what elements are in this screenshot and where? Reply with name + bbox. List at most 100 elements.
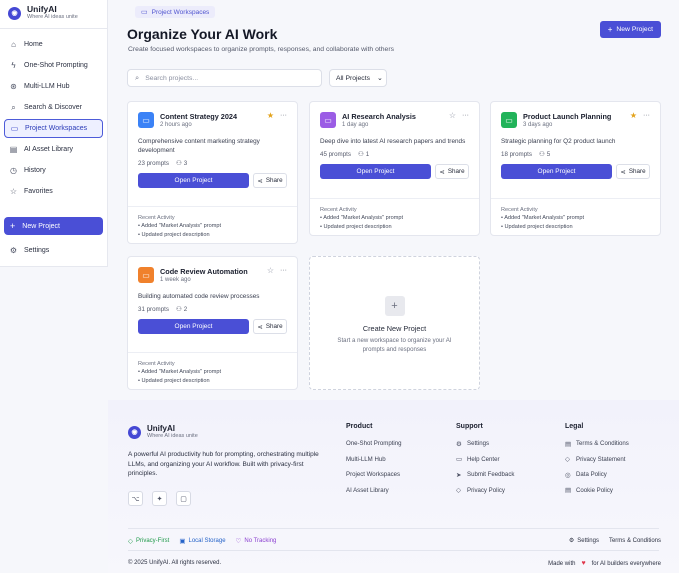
footer-brand-tagline: Where AI ideas unite (147, 433, 198, 439)
footer-terms-link[interactable]: Terms & Conditions (609, 537, 661, 544)
brand[interactable]: ◉ UnifyAI Where AI ideas unite (0, 2, 107, 24)
sidebar-item-label: Project Workspaces (25, 125, 88, 132)
share-button[interactable]: ⋖ Share (253, 319, 287, 334)
footer-link[interactable]: ◎ Data Policy (565, 467, 629, 483)
page-subtitle: Create focused workspaces to organize pr… (128, 46, 394, 53)
badge-label: No Tracking (244, 538, 277, 544)
share-icon: ⋖ (439, 168, 445, 176)
gear-icon: ⚙ (456, 440, 462, 448)
footer-link[interactable]: Project Workspaces (346, 467, 402, 483)
sidebar-item-settings[interactable]: ⚙ Settings (4, 241, 103, 260)
star-icon[interactable]: ★ (267, 111, 274, 120)
create-title: Create New Project (362, 324, 427, 333)
share-icon: ⋖ (257, 177, 263, 185)
project-filter-select[interactable]: All Projects ⌄ (329, 69, 387, 87)
footer-link[interactable]: ◇ Privacy Statement (565, 452, 629, 468)
footer-link[interactable]: ▤ Cookie Policy (565, 483, 629, 499)
sidebar-item-multi-llm-hub[interactable]: ⊛ Multi-LLM Hub (4, 77, 103, 96)
sidebar-item-label: Favorites (24, 188, 53, 195)
users-icon: ⚇ (538, 151, 545, 158)
footer-settings-link[interactable]: ⚙ Settings (568, 537, 599, 545)
open-project-button[interactable]: Open Project (320, 164, 431, 179)
privacy-first-badge: ◇ Privacy-First (128, 537, 169, 545)
search-placeholder: Search projects... (145, 74, 199, 82)
footer-link[interactable]: Multi-LLM Hub (346, 452, 402, 468)
sidebar-item-home[interactable]: ⌂ Home (4, 35, 103, 54)
search-input[interactable]: ⌕ Search projects... (127, 69, 322, 87)
prompt-count: 18 prompts (501, 150, 532, 158)
footer-brand-name: UnifyAI (147, 424, 175, 433)
create-new-project-card[interactable]: + Create New Project Start a new workspa… (309, 256, 480, 390)
link-label: Privacy Statement (576, 455, 626, 463)
social-links: ⌥ ✦ ▢ (128, 491, 200, 506)
project-time: 1 week ago (160, 277, 191, 283)
project-card[interactable]: ▭ Product Launch Planning 3 days ago ★ ··… (490, 101, 661, 236)
chat-icon[interactable]: ▢ (176, 491, 191, 506)
star-icon[interactable]: ★ (630, 111, 637, 120)
open-project-button[interactable]: Open Project (138, 173, 249, 188)
sidebar-item-label: One-Shot Prompting (24, 62, 88, 69)
more-options-icon[interactable]: ··· (643, 112, 650, 119)
breadcrumb[interactable]: ▭ Project Workspaces (135, 6, 216, 18)
footer-link[interactable]: ▤ Terms & Conditions (565, 436, 629, 452)
member-count: 1 (365, 150, 370, 158)
more-options-icon[interactable]: ··· (280, 112, 287, 119)
new-project-button[interactable]: + New Project (599, 21, 661, 38)
project-card[interactable]: ▭ Code Review Automation 1 week ago ☆ ···… (127, 256, 298, 390)
link-label: Privacy Policy (467, 486, 505, 494)
footer-link[interactable]: ▭ Help Center (456, 452, 514, 468)
member-count: 5 (546, 150, 551, 158)
star-icon[interactable]: ☆ (449, 111, 456, 120)
sidebar-item-project-workspaces[interactable]: ▭ Project Workspaces (4, 119, 103, 138)
member-count: 3 (183, 159, 188, 167)
lock-icon: ◎ (565, 471, 571, 479)
share-button[interactable]: ⋖ Share (616, 164, 650, 179)
sidebar-item-one-shot-prompting[interactable]: ϟ One-Shot Prompting (4, 56, 103, 75)
shield-icon: ◇ (565, 456, 570, 464)
sidebar-new-project-button[interactable]: + New Project (4, 217, 103, 235)
heart-icon: ♡ (235, 538, 242, 545)
sidebar-item-label: Settings (24, 247, 50, 254)
footer-link[interactable]: ⚙ Settings (456, 436, 514, 452)
footer-link[interactable]: One-Shot Prompting (346, 436, 402, 452)
star-icon[interactable]: ☆ (267, 266, 274, 275)
link-label: Help Center (467, 455, 500, 463)
sidebar-item-favorites[interactable]: ☆ Favorites (4, 182, 103, 201)
project-name: Product Launch Planning (523, 112, 612, 121)
link-label: Submit Feedback (467, 471, 515, 479)
footer-link[interactable]: ◇ Privacy Policy (456, 483, 514, 499)
project-card[interactable]: ▭ Content Strategy 2024 2 hours ago ★ ···… (127, 101, 298, 244)
link-label: Terms & Conditions (608, 537, 661, 544)
copyright: © 2025 UnifyAI. All rights reserved. (128, 560, 222, 566)
project-card[interactable]: ▭ AI Research Analysis 1 day ago ☆ ··· De… (309, 101, 480, 236)
share-button[interactable]: ⋖ Share (435, 164, 469, 179)
footer-column-title: Support (456, 423, 483, 430)
sidebar-item-search-discover[interactable]: ⌕ Search & Discover (4, 98, 103, 117)
footer-quick-links: ⚙ Settings Terms & Conditions (559, 537, 661, 545)
footer-divider (128, 528, 659, 529)
open-project-button[interactable]: Open Project (501, 164, 612, 179)
twitter-icon[interactable]: ✦ (152, 491, 167, 506)
footer-brand[interactable]: ◉ UnifyAI Where AI ideas unite (128, 424, 198, 440)
sidebar-item-label: Search & Discover (24, 104, 82, 111)
link-label: Settings (577, 537, 599, 544)
app-root: ◉ UnifyAI Where AI ideas unite ⌂ Home ϟ On… (0, 0, 679, 573)
open-project-button[interactable]: Open Project (138, 319, 249, 334)
github-icon[interactable]: ⌥ (128, 491, 143, 506)
share-button[interactable]: ⋖ Share (253, 173, 287, 188)
more-options-icon[interactable]: ··· (462, 112, 469, 119)
gear-icon: ⚙ (568, 538, 575, 544)
made-prefix: Made with (548, 560, 576, 567)
users-icon: ⚇ (357, 151, 364, 158)
sidebar-item-history[interactable]: ◷ History (4, 161, 103, 180)
sidebar-item-label: History (24, 167, 46, 174)
plus-icon: + (10, 221, 16, 231)
footer-link[interactable]: AI Asset Library (346, 483, 402, 499)
more-options-icon[interactable]: ··· (280, 267, 287, 274)
plus-icon: + (607, 25, 613, 34)
prompt-count: 31 prompts (138, 305, 169, 313)
sidebar-item-ai-asset-library[interactable]: ▤ AI Asset Library (4, 140, 103, 159)
footer-product-column: Product One-Shot Prompting Multi-LLM Hub… (346, 423, 402, 498)
bolt-icon: ϟ (11, 61, 16, 70)
footer-link[interactable]: ➤ Submit Feedback (456, 467, 514, 483)
